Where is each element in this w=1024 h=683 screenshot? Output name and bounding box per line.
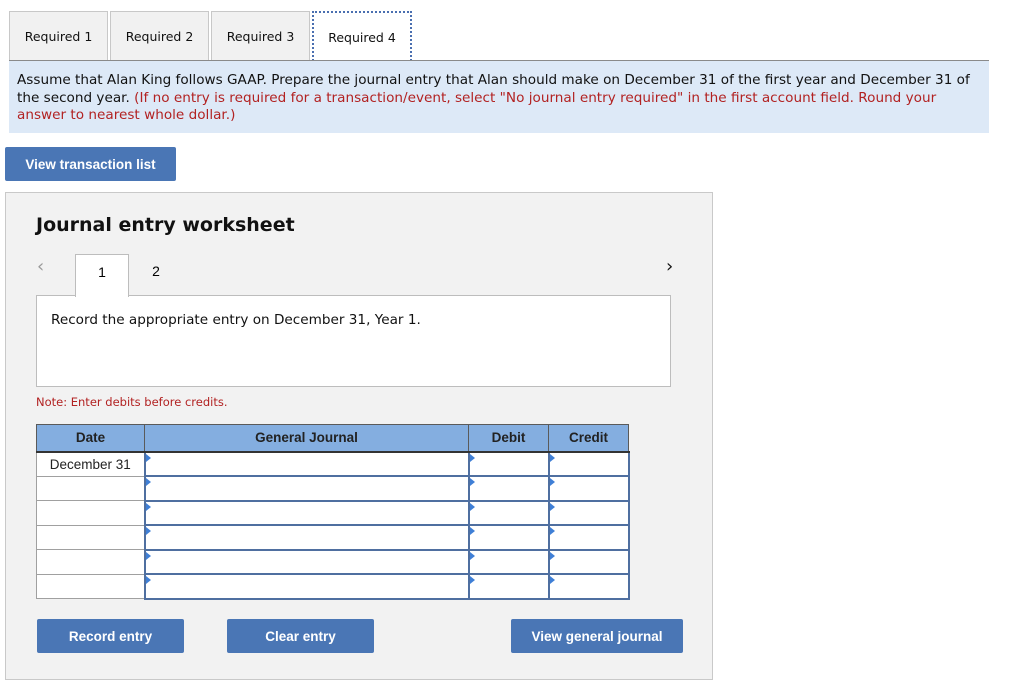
view-transaction-list-button[interactable]: View transaction list [5, 147, 176, 181]
account-cell[interactable] [143, 524, 470, 551]
header-credit: Credit [548, 424, 629, 453]
credit-cell[interactable] [547, 450, 630, 477]
table-header-row: Date General Journal Debit Credit [36, 424, 629, 453]
account-input[interactable] [145, 550, 468, 573]
debits-note: Note: Enter debits before credits. [36, 395, 228, 409]
instructions-note: (If no entry is required for a transacti… [17, 89, 937, 124]
date-cell[interactable] [36, 524, 145, 550]
table-row [36, 499, 630, 526]
header-debit: Debit [468, 424, 549, 453]
header-date: Date [36, 424, 145, 453]
table-row [36, 524, 630, 551]
debit-cell[interactable] [467, 573, 550, 600]
header-general-journal: General Journal [144, 424, 469, 453]
account-cell[interactable] [143, 548, 470, 575]
date-cell[interactable] [36, 549, 145, 575]
instructions-box: Assume that Alan King follows GAAP. Prep… [9, 61, 989, 133]
credit-input[interactable] [549, 452, 628, 475]
debit-cell[interactable] [467, 450, 550, 477]
debit-cell[interactable] [467, 548, 550, 575]
credit-input[interactable] [549, 526, 628, 549]
view-general-journal-button[interactable]: View general journal [511, 619, 683, 653]
credit-cell[interactable] [547, 548, 630, 575]
entry-description-box: Record the appropriate entry on December… [36, 295, 671, 387]
page-tab-2[interactable]: 2 [129, 254, 183, 296]
table-row: December 31 [36, 450, 630, 477]
debit-input[interactable] [469, 452, 548, 475]
credit-input[interactable] [549, 477, 628, 500]
account-input[interactable] [145, 501, 468, 524]
date-cell[interactable] [36, 500, 145, 526]
clear-entry-button[interactable]: Clear entry [227, 619, 374, 653]
date-cell[interactable]: December 31 [36, 451, 145, 477]
debit-input[interactable] [469, 501, 548, 524]
account-input[interactable] [145, 526, 468, 549]
credit-cell[interactable] [547, 573, 630, 600]
tab-required-3[interactable]: Required 3 [211, 11, 310, 61]
date-cell[interactable] [36, 475, 145, 501]
tab-required-1[interactable]: Required 1 [9, 11, 108, 61]
account-input[interactable] [145, 477, 468, 500]
debit-input[interactable] [469, 526, 548, 549]
account-input[interactable] [145, 575, 468, 598]
table-row [36, 548, 630, 575]
table-row [36, 573, 630, 600]
account-cell[interactable] [143, 450, 470, 477]
account-cell[interactable] [143, 573, 470, 600]
credit-cell[interactable] [547, 524, 630, 551]
worksheet-title: Journal entry worksheet [36, 214, 295, 236]
debit-input[interactable] [469, 477, 548, 500]
requirement-tabs: Required 1 Required 2 Required 3 Require… [9, 11, 414, 61]
credit-input[interactable] [549, 501, 628, 524]
credit-input[interactable] [549, 550, 628, 573]
next-page-icon[interactable]: › [666, 256, 673, 277]
record-entry-button[interactable]: Record entry [37, 619, 184, 653]
credit-input[interactable] [549, 575, 628, 598]
journal-entry-worksheet: Journal entry worksheet ‹ 1 2 › Record t… [5, 192, 713, 680]
prev-page-icon[interactable]: ‹ [37, 256, 44, 277]
account-input[interactable] [145, 452, 468, 475]
entry-description: Record the appropriate entry on December… [51, 312, 421, 328]
debit-cell[interactable] [467, 475, 550, 502]
credit-cell[interactable] [547, 499, 630, 526]
account-cell[interactable] [143, 499, 470, 526]
tab-required-4[interactable]: Required 4 [312, 11, 412, 61]
credit-cell[interactable] [547, 475, 630, 502]
date-cell[interactable] [36, 573, 145, 599]
journal-table: Date General Journal Debit Credit Decemb… [36, 424, 630, 600]
table-row [36, 475, 630, 502]
page-tab-1[interactable]: 1 [75, 254, 129, 297]
debit-input[interactable] [469, 550, 548, 573]
tab-required-2[interactable]: Required 2 [110, 11, 209, 61]
debit-cell[interactable] [467, 524, 550, 551]
debit-cell[interactable] [467, 499, 550, 526]
account-cell[interactable] [143, 475, 470, 502]
debit-input[interactable] [469, 575, 548, 598]
